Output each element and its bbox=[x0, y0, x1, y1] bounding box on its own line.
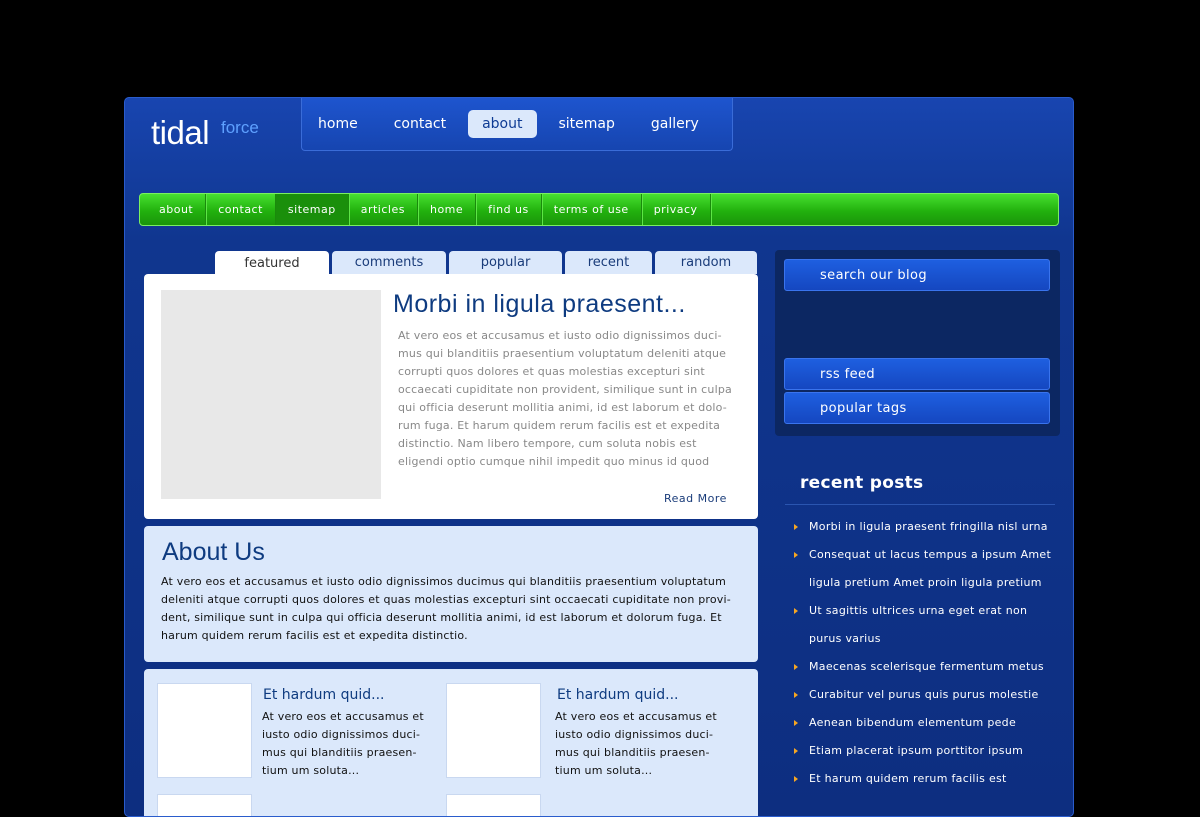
featured-title[interactable]: Morbi in ligula praesent... bbox=[393, 290, 686, 319]
divider bbox=[785, 504, 1055, 505]
topnav-item-gallery[interactable]: gallery bbox=[637, 110, 713, 138]
about-title: About Us bbox=[162, 538, 265, 566]
post-link[interactable]: Curabitur vel purus quis purus molestie bbox=[809, 688, 1039, 701]
about-text: At vero eos et accusamus et iusto odio d… bbox=[161, 575, 731, 642]
article-title[interactable]: Et hardum quid... bbox=[557, 687, 747, 703]
article-title[interactable]: Et hardum quid... bbox=[263, 687, 453, 703]
list-item[interactable]: Curabitur vel purus quis purus molestie bbox=[794, 681, 1062, 709]
tab-popular[interactable]: popular bbox=[449, 251, 562, 274]
site-logo[interactable]: tidal force bbox=[151, 114, 259, 152]
subnav-item-articles[interactable]: articles bbox=[349, 194, 418, 225]
list-item[interactable]: Morbi in ligula praesent fringilla nisl … bbox=[794, 513, 1062, 541]
topnav-item-home[interactable]: home bbox=[304, 110, 372, 138]
arrow-bullet-icon bbox=[794, 776, 798, 782]
post-link[interactable]: Aenean bibendum elementum pede bbox=[809, 716, 1016, 729]
content-tabs: featured comments popular recent random bbox=[215, 251, 760, 275]
logo-main-text: tidal bbox=[151, 114, 210, 151]
subnav-item-privacy[interactable]: privacy bbox=[642, 194, 711, 225]
article-thumbnail[interactable] bbox=[446, 794, 541, 816]
tab-comments[interactable]: comments bbox=[332, 251, 446, 274]
post-link[interactable]: Morbi in ligula praesent fringilla nisl … bbox=[809, 520, 1048, 533]
tab-random[interactable]: random bbox=[655, 251, 757, 274]
subnav-item-sitemap[interactable]: sitemap bbox=[275, 194, 349, 225]
subnav-item-contact[interactable]: contact bbox=[206, 194, 276, 225]
featured-thumbnail[interactable] bbox=[161, 290, 381, 499]
topnav-item-sitemap[interactable]: sitemap bbox=[545, 110, 629, 138]
topnav-item-contact[interactable]: contact bbox=[380, 110, 460, 138]
article-thumbnail[interactable] bbox=[446, 683, 541, 778]
post-link[interactable]: Etiam placerat ipsum porttitor ipsum bbox=[809, 744, 1023, 757]
subnav-item-about[interactable]: about bbox=[140, 194, 207, 225]
recent-posts-list: Morbi in ligula praesent fringilla nisl … bbox=[794, 513, 1062, 793]
article-excerpt: At vero eos et accusamus et iusto odio d… bbox=[555, 710, 717, 777]
arrow-bullet-icon bbox=[794, 608, 798, 614]
article-thumbnail[interactable] bbox=[157, 683, 252, 778]
about-panel: About Us At vero eos et accusamus et ius… bbox=[144, 526, 758, 662]
list-item[interactable]: Consequat ut lacus tempus a ipsum Amet l… bbox=[794, 541, 1062, 597]
secondary-navigation: about contact sitemap articles home find… bbox=[139, 193, 1059, 226]
post-link[interactable]: Et harum quidem rerum facilis est bbox=[809, 772, 1007, 785]
page-frame: tidal force home contact about sitemap g… bbox=[124, 97, 1074, 817]
arrow-bullet-icon bbox=[794, 720, 798, 726]
list-item[interactable]: Etiam placerat ipsum porttitor ipsum bbox=[794, 737, 1062, 765]
logo-sub-text: force bbox=[221, 118, 259, 137]
top-navigation: home contact about sitemap gallery bbox=[301, 98, 733, 151]
sidebar-box: search our blog rss feed popular tags bbox=[775, 250, 1060, 436]
subnav-item-find-us[interactable]: find us bbox=[476, 194, 542, 225]
tab-recent[interactable]: recent bbox=[565, 251, 652, 274]
arrow-bullet-icon bbox=[794, 692, 798, 698]
article-excerpt: At vero eos et accusamus et iusto odio d… bbox=[262, 710, 424, 777]
featured-panel: Morbi in ligula praesent... At vero eos … bbox=[144, 274, 758, 519]
arrow-bullet-icon bbox=[794, 552, 798, 558]
subnav-item-terms[interactable]: terms of use bbox=[542, 194, 642, 225]
post-link[interactable]: Maecenas scelerisque fermentum metus bbox=[809, 660, 1044, 673]
list-item[interactable]: Ut sagittis ultrices urna eget erat non … bbox=[794, 597, 1062, 653]
read-more-link[interactable]: Read More bbox=[664, 492, 727, 505]
arrow-bullet-icon bbox=[794, 524, 798, 530]
topnav-item-about[interactable]: about bbox=[468, 109, 537, 138]
tab-featured[interactable]: featured bbox=[215, 251, 329, 275]
list-item[interactable]: Maecenas scelerisque fermentum metus bbox=[794, 653, 1062, 681]
featured-excerpt: At vero eos et accusamus et iusto odio d… bbox=[398, 329, 732, 468]
rss-feed-button[interactable]: rss feed bbox=[784, 358, 1050, 390]
list-item[interactable]: Et harum quidem rerum facilis est bbox=[794, 765, 1062, 793]
search-blog-button[interactable]: search our blog bbox=[784, 259, 1050, 291]
arrow-bullet-icon bbox=[794, 748, 798, 754]
popular-tags-button[interactable]: popular tags bbox=[784, 392, 1050, 424]
article-thumbnail[interactable] bbox=[157, 794, 252, 816]
article-grid: Et hardum quid... At vero eos et accusam… bbox=[144, 669, 758, 816]
list-item[interactable]: Aenean bibendum elementum pede bbox=[794, 709, 1062, 737]
post-link[interactable]: Consequat ut lacus tempus a ipsum Amet l… bbox=[809, 548, 1051, 589]
post-link[interactable]: Ut sagittis ultrices urna eget erat non … bbox=[809, 604, 1027, 645]
arrow-bullet-icon bbox=[794, 664, 798, 670]
recent-posts-heading: recent posts bbox=[800, 473, 924, 493]
subnav-item-home[interactable]: home bbox=[418, 194, 477, 225]
